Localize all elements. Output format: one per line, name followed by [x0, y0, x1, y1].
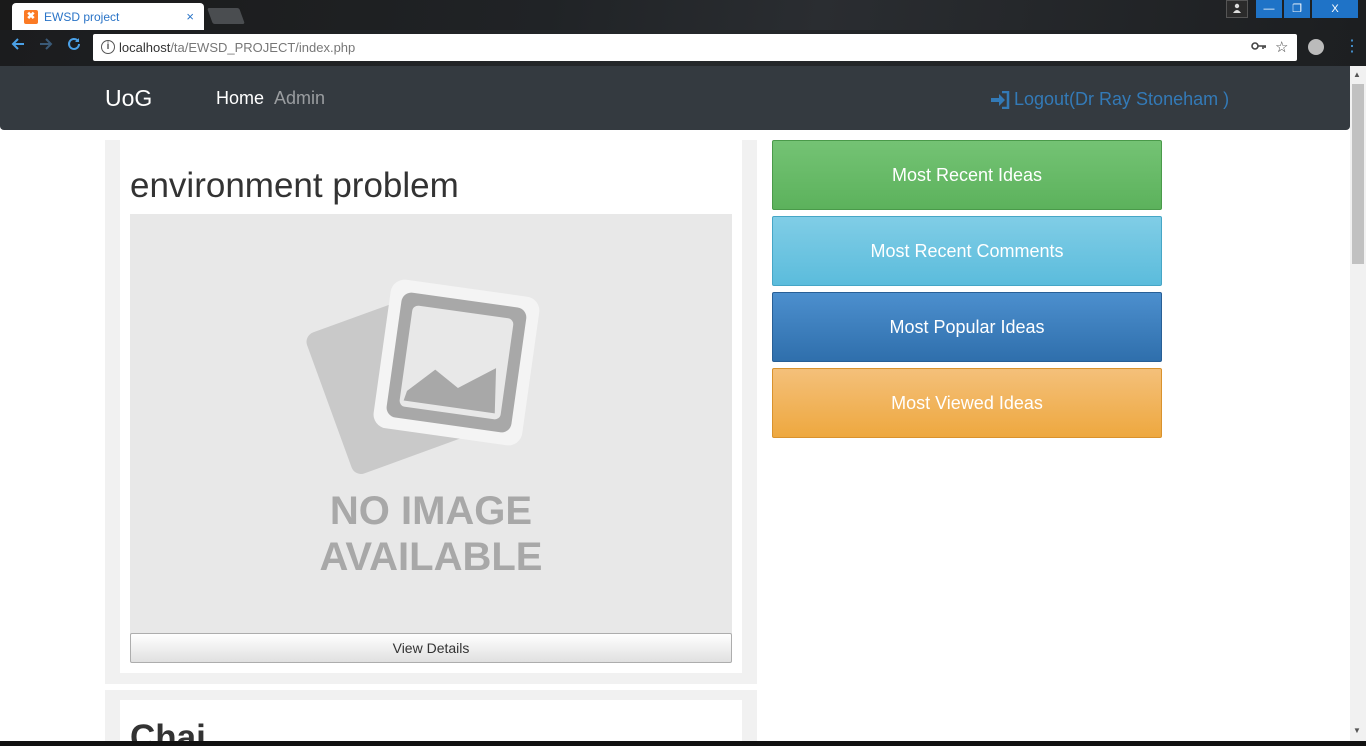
browser-tab[interactable]: ✖ EWSD project × — [12, 3, 204, 30]
chrome-menu-icon[interactable]: ⋮ — [1344, 36, 1360, 56]
no-image-placeholder: NO IMAGE AVAILABLE — [130, 214, 732, 634]
reload-icon[interactable] — [66, 36, 82, 57]
no-image-icon: NO IMAGE AVAILABLE — [306, 279, 543, 579]
os-taskbar — [0, 741, 1366, 746]
idea-title: environment problem — [130, 166, 459, 205]
svg-text:AVAILABLE: AVAILABLE — [320, 535, 543, 579]
tab-close-icon[interactable]: × — [186, 9, 194, 24]
idea-card-2: Chai — [120, 700, 742, 742]
idea-title-2: Chai — [130, 718, 206, 742]
page-content: UoG Home Admin Logout(Dr Ray Stoneham ) … — [0, 66, 1350, 742]
sign-in-icon — [991, 90, 1010, 109]
most-popular-ideas-button[interactable]: Most Popular Ideas — [772, 292, 1162, 362]
page-scrollbar[interactable]: ▲ ▼ — [1350, 66, 1366, 742]
tab-title: EWSD project — [44, 10, 120, 24]
info-icon[interactable]: i — [101, 40, 115, 54]
scrollbar-thumb[interactable] — [1352, 84, 1364, 264]
browser-titlebar: ✖ EWSD project × — ❐ X — [0, 0, 1366, 30]
brand-link[interactable]: UoG — [105, 85, 152, 112]
idea-panel: environment problem NO IMAGE AVAILABLE V… — [105, 140, 757, 684]
scroll-up-icon[interactable]: ▲ — [1353, 70, 1361, 79]
logout-link[interactable]: Logout(Dr Ray Stoneham ) — [990, 89, 1229, 110]
most-recent-comments-button[interactable]: Most Recent Comments — [772, 216, 1162, 286]
nav-admin-link[interactable]: Admin — [274, 88, 325, 109]
scroll-down-icon[interactable]: ▼ — [1353, 726, 1361, 735]
most-recent-ideas-button[interactable]: Most Recent Ideas — [772, 140, 1162, 210]
key-icon[interactable] — [1251, 38, 1267, 58]
url-text: localhost/ta/EWSD_PROJECT/index.php — [119, 40, 356, 55]
most-viewed-ideas-button[interactable]: Most Viewed Ideas — [772, 368, 1162, 438]
idea-panel-2: Chai — [105, 690, 757, 742]
forward-icon[interactable] — [38, 36, 54, 57]
minimize-button[interactable]: — — [1256, 0, 1282, 18]
new-tab-button[interactable] — [207, 8, 245, 24]
address-bar[interactable]: i localhost/ta/EWSD_PROJECT/index.php ☆ — [93, 34, 1297, 61]
browser-toolbar: i localhost/ta/EWSD_PROJECT/index.php ☆ … — [0, 30, 1366, 66]
user-profile-icon[interactable] — [1226, 0, 1248, 18]
back-icon[interactable] — [10, 36, 26, 57]
logout-label: Logout(Dr Ray Stoneham ) — [1014, 89, 1230, 109]
close-window-button[interactable]: X — [1312, 0, 1358, 18]
svg-text:NO IMAGE: NO IMAGE — [330, 489, 532, 533]
nav-home-link[interactable]: Home — [216, 88, 264, 109]
restore-button[interactable]: ❐ — [1284, 0, 1310, 18]
view-details-button[interactable]: View Details — [130, 633, 732, 663]
extension-icon[interactable] — [1308, 39, 1324, 55]
xampp-favicon-icon: ✖ — [24, 10, 38, 24]
navbar: UoG Home Admin Logout(Dr Ray Stoneham ) — [0, 66, 1350, 130]
bookmark-star-icon[interactable]: ☆ — [1275, 38, 1288, 56]
window-controls: — ❐ X — [1226, 0, 1358, 18]
idea-card: environment problem NO IMAGE AVAILABLE V… — [120, 140, 742, 673]
